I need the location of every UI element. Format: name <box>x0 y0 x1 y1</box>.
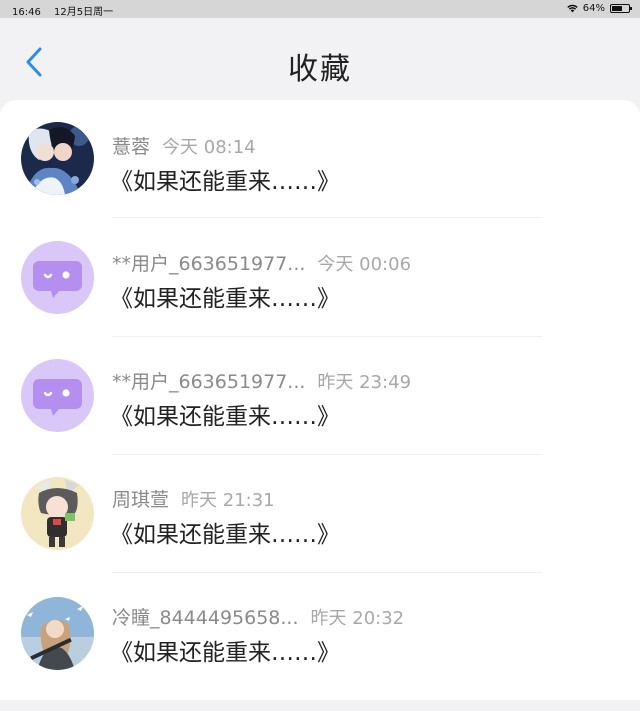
item-title: 《如果还能重来……》 <box>110 286 340 312</box>
avatar[interactable] <box>21 597 94 670</box>
favorites-list: 薏蓉 今天 08:14 《如果还能重来……》 **用户_663651977... 今… <box>0 100 640 700</box>
author-name: 薏蓉 <box>112 136 151 158</box>
status-date: 12月5日周一 <box>54 7 114 18</box>
item-meta: 周琪萱 昨天 21:31 <box>112 485 275 512</box>
item-meta: 薏蓉 今天 08:14 <box>112 132 256 159</box>
chibi-girl-avatar-icon <box>21 477 94 550</box>
item-meta: 冷瞳_8444495658... 昨天 20:32 <box>112 603 404 630</box>
timestamp: 昨天 23:49 <box>317 372 412 393</box>
avatar[interactable] <box>21 359 94 432</box>
chat-bubble-avatar-icon <box>33 261 82 298</box>
item-title: 《如果还能重来……》 <box>110 404 340 430</box>
item-title: 《如果还能重来……》 <box>110 522 340 548</box>
author-name: **用户_663651977... <box>112 371 306 393</box>
timestamp: 昨天 20:32 <box>310 608 405 629</box>
avatar[interactable] <box>21 241 94 314</box>
item-meta: **用户_663651977... 昨天 23:49 <box>112 367 411 394</box>
battery-icon <box>610 4 632 13</box>
chat-bubble-avatar-icon <box>33 379 82 416</box>
status-left: 16:46 12月5日周一 <box>12 3 123 18</box>
author-name: 冷瞳_8444495658... <box>112 607 299 629</box>
divider <box>112 572 542 573</box>
timestamp: 昨天 21:31 <box>181 490 275 511</box>
status-time: 16:46 <box>12 7 41 18</box>
favorite-item[interactable]: **用户_663651977... 昨天 23:49 《如果还能重来……》 <box>0 357 640 475</box>
favorite-item[interactable]: 周琪萱 昨天 21:31 《如果还能重来……》 <box>0 475 640 593</box>
anime-boys-avatar-icon <box>21 122 94 195</box>
favorite-item[interactable]: 薏蓉 今天 08:14 《如果还能重来……》 <box>0 120 640 238</box>
soldier-girl-avatar-icon <box>21 597 94 670</box>
author-name: **用户_663651977... <box>112 253 306 275</box>
divider <box>112 336 542 337</box>
header: 收藏 <box>0 18 640 100</box>
item-title: 《如果还能重来……》 <box>110 640 340 666</box>
page-title: 收藏 <box>288 52 352 87</box>
status-right: 64% <box>567 3 632 14</box>
timestamp: 今天 08:14 <box>162 137 256 158</box>
item-title: 《如果还能重来……》 <box>110 169 340 195</box>
author-name: 周琪萱 <box>112 489 170 511</box>
divider <box>112 454 542 455</box>
wifi-icon <box>567 4 578 13</box>
timestamp: 今天 00:06 <box>317 254 412 275</box>
favorite-item[interactable]: 冷瞳_8444495658... 昨天 20:32 《如果还能重来……》 <box>0 593 640 711</box>
battery-level <box>612 6 623 11</box>
divider <box>112 217 542 218</box>
avatar[interactable] <box>21 122 94 195</box>
favorite-item[interactable]: **用户_663651977... 今天 00:06 《如果还能重来……》 <box>0 239 640 357</box>
status-bar: 16:46 12月5日周一 64% <box>0 0 640 18</box>
item-meta: **用户_663651977... 今天 00:06 <box>112 249 411 276</box>
battery-percent: 64% <box>582 3 605 14</box>
avatar[interactable] <box>21 477 94 550</box>
